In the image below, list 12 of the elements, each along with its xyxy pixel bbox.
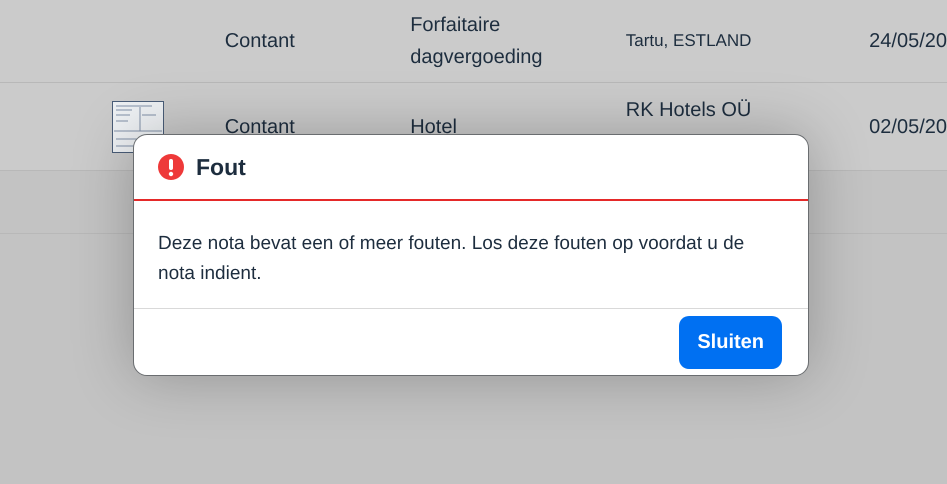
- error-icon: [158, 154, 184, 180]
- location-cell-text: Tartu, ESTLAND: [626, 30, 752, 52]
- expense-type-cell-text: Forfaitaire dagvergoeding: [410, 13, 544, 70]
- payment-cell-text: Contant: [224, 29, 296, 54]
- payment-cell-text: Contant: [224, 114, 296, 140]
- close-button[interactable]: Sluiten: [679, 316, 782, 368]
- date-cell-text: 02/05/20: [869, 114, 947, 140]
- dialog-title: Fout: [196, 152, 246, 182]
- location-cell-text: RK Hotels OÜ: [626, 98, 752, 123]
- expense-type-cell-text: Hotel: [410, 114, 458, 140]
- date-cell-text: 24/05/20: [869, 29, 947, 54]
- dialog-message: Deze nota bevat een of meer fouten. Los deze fouten op voordat u de nota indient.: [158, 232, 746, 286]
